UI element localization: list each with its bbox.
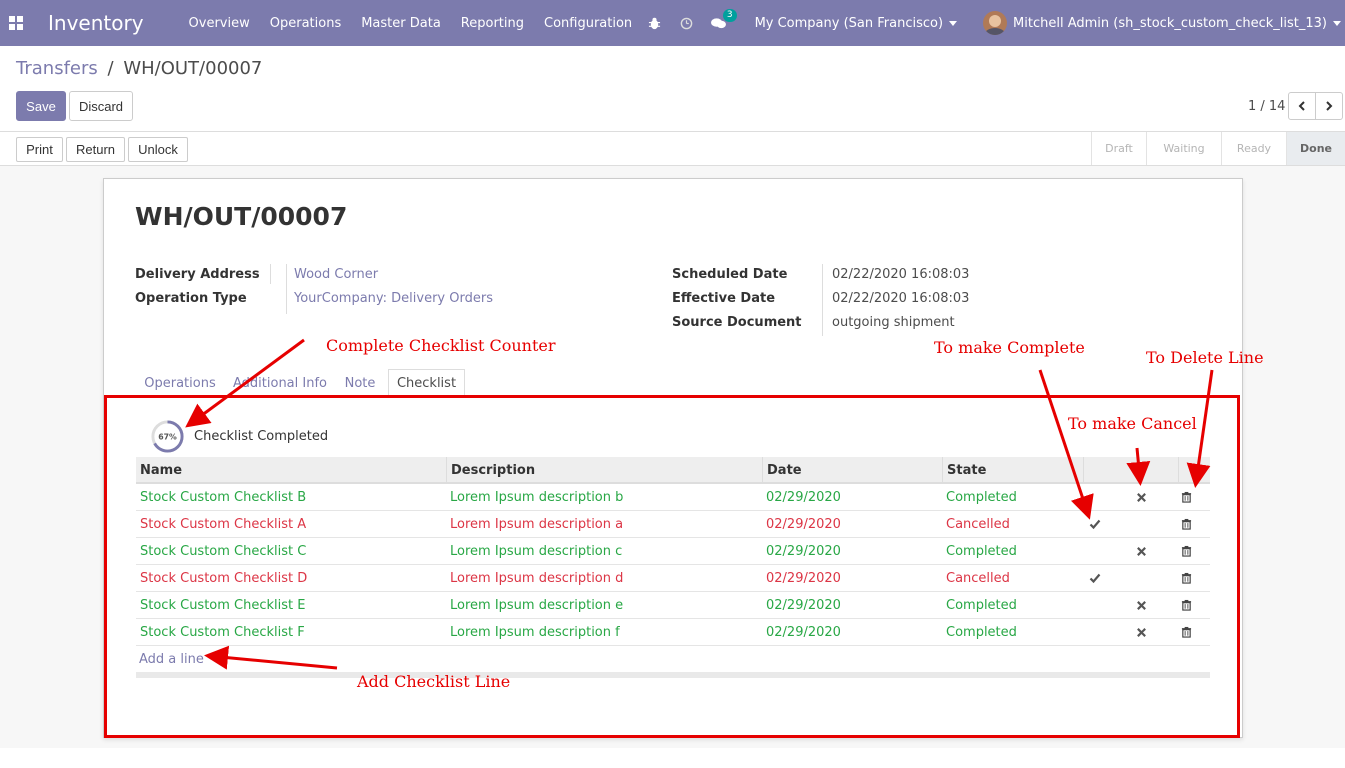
navbar-systray: 3 My Company (San Francisco) Mitchell Ad…	[647, 0, 1345, 46]
chevron-right-icon	[1326, 101, 1333, 111]
company-switcher[interactable]: My Company (San Francisco)	[754, 15, 958, 31]
pager-previous-button[interactable]	[1288, 92, 1316, 120]
tab-note[interactable]: Note	[336, 369, 384, 398]
save-button[interactable]: Save	[16, 91, 66, 121]
stage-done: Done	[1286, 132, 1345, 165]
operation-type-label: Operation Type	[135, 291, 247, 306]
top-navbar: Inventory Overview Operations Master Dat…	[0, 0, 1345, 46]
tab-operations[interactable]: Operations	[138, 369, 222, 398]
operation-type-field[interactable]: YourCompany: Delivery Orders	[294, 291, 493, 306]
delivery-address-label: Delivery Address	[135, 267, 260, 282]
print-button[interactable]: Print	[16, 137, 63, 162]
menu-reporting[interactable]: Reporting	[461, 16, 524, 31]
scheduled-date-field[interactable]: 02/22/2020 16:08:03	[832, 267, 969, 282]
user-menu[interactable]: Mitchell Admin (sh_stock_custom_check_li…	[1013, 16, 1341, 31]
user-name: Mitchell Admin (sh_stock_custom_check_li…	[1013, 15, 1327, 31]
document-title: WH/OUT/00007	[135, 202, 348, 231]
messages-count-badge: 3	[722, 9, 737, 22]
breadcrumb-transfers[interactable]: Transfers	[16, 58, 98, 79]
stage-ready: Ready	[1221, 132, 1286, 165]
delivery-address-field[interactable]: Wood Corner	[294, 267, 378, 282]
apps-menu-icon[interactable]	[0, 0, 32, 46]
messages-icon[interactable]: 3	[711, 9, 737, 31]
annotation-delete-line: To Delete Line	[1146, 348, 1264, 367]
annotation-make-cancel: To make Cancel	[1068, 414, 1197, 433]
chevron-left-icon	[1298, 101, 1305, 111]
tab-checklist[interactable]: Checklist	[388, 369, 465, 398]
chevron-down-icon	[949, 20, 958, 26]
effective-date-field[interactable]: 02/22/2020 16:08:03	[832, 291, 969, 306]
pager-next-button[interactable]	[1315, 92, 1343, 120]
breadcrumb-current: WH/OUT/00007	[123, 58, 263, 79]
chevron-down-icon	[1333, 20, 1341, 26]
tab-additional-info[interactable]: Additional Info	[228, 369, 332, 398]
return-button[interactable]: Return	[66, 137, 125, 162]
menu-configuration[interactable]: Configuration	[544, 16, 632, 31]
discard-button[interactable]: Discard	[69, 91, 133, 121]
unlock-button[interactable]: Unlock	[128, 137, 188, 162]
menu-operations[interactable]: Operations	[270, 16, 341, 31]
annotation-highlight-box	[104, 395, 1240, 738]
avatar[interactable]	[983, 11, 1008, 35]
bug-icon[interactable]	[647, 15, 663, 31]
pager-value[interactable]: 1 / 14	[1248, 99, 1285, 114]
source-document-field[interactable]: outgoing shipment	[832, 315, 955, 330]
annotation-add-line: Add Checklist Line	[357, 672, 511, 691]
field-separator	[270, 264, 271, 284]
source-document-label: Source Document	[672, 315, 802, 330]
stage-draft: Draft	[1091, 132, 1146, 165]
annotation-counter: Complete Checklist Counter	[326, 336, 556, 355]
clock-icon[interactable]	[679, 15, 695, 31]
breadcrumb: Transfers / WH/OUT/00007	[16, 58, 262, 79]
app-title[interactable]: Inventory	[48, 11, 144, 35]
form-statusbar: Print Return Unlock Draft Waiting Ready …	[0, 131, 1345, 166]
company-name: My Company (San Francisco)	[754, 15, 944, 31]
scheduled-date-label: Scheduled Date	[672, 267, 788, 282]
breadcrumb-separator: /	[107, 58, 114, 79]
effective-date-label: Effective Date	[672, 291, 776, 306]
stage-waiting: Waiting	[1146, 132, 1221, 165]
field-separator	[822, 264, 823, 336]
annotation-make-complete: To make Complete	[934, 338, 1085, 357]
menu-overview[interactable]: Overview	[189, 16, 250, 31]
menu-master-data[interactable]: Master Data	[361, 16, 441, 31]
field-separator	[286, 264, 287, 314]
